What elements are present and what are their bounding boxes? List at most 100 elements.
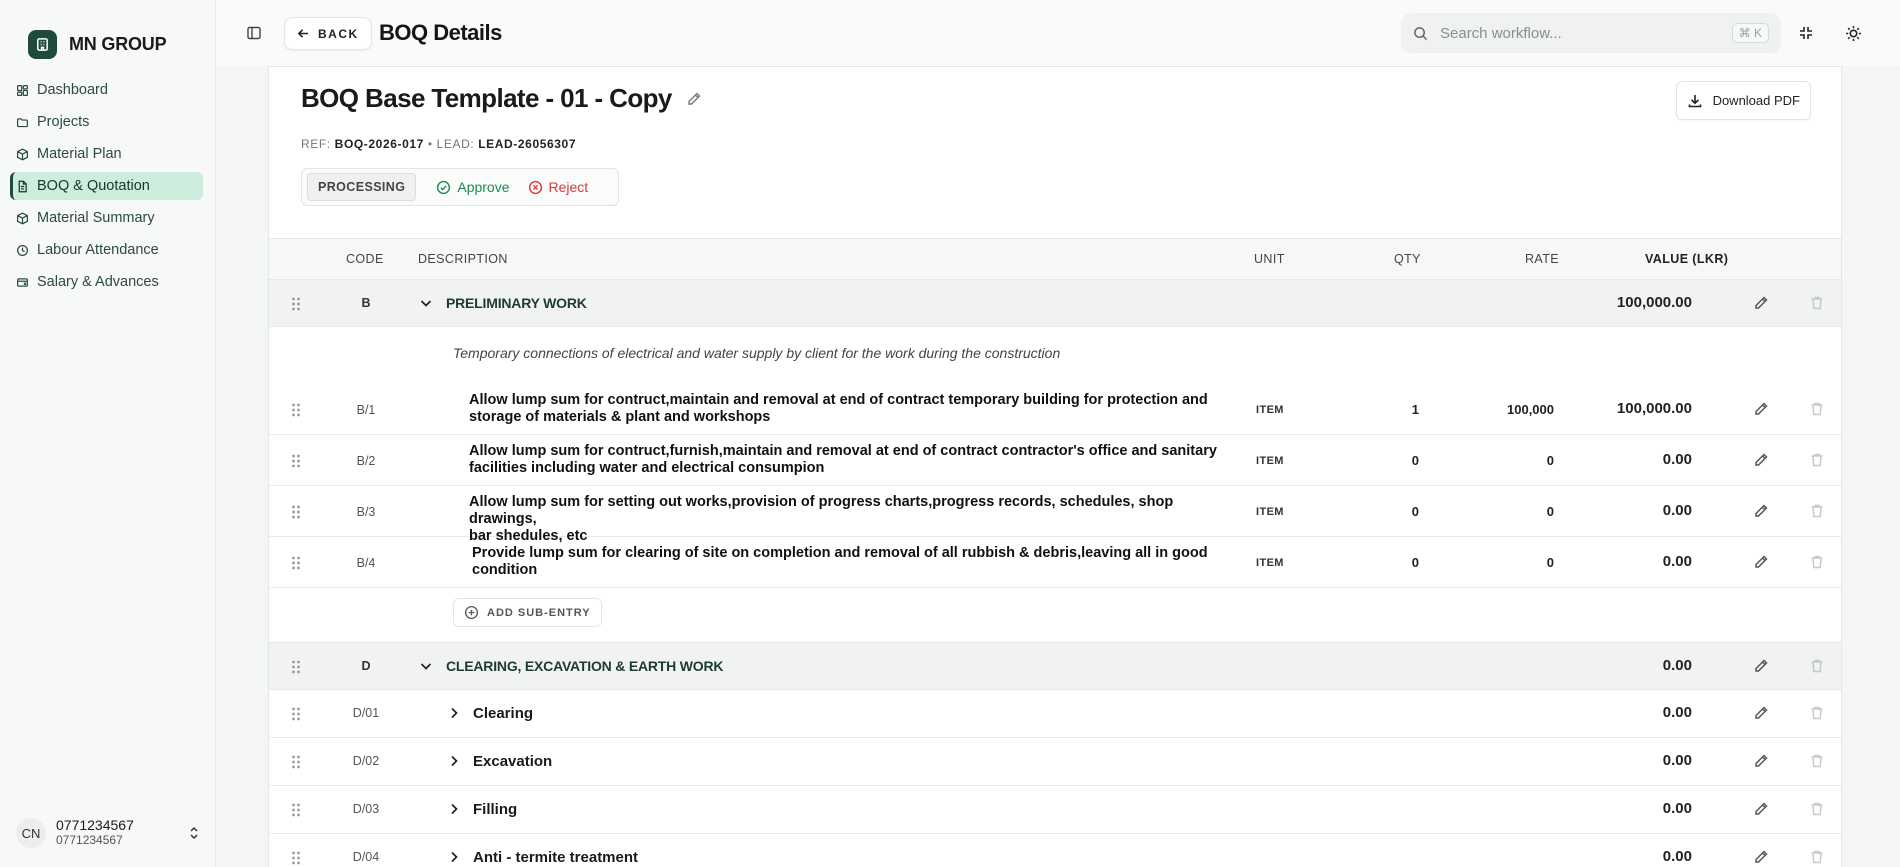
row-value: 0.00: [1662, 657, 1692, 674]
chevron-down-icon[interactable]: [420, 298, 432, 308]
download-pdf-button[interactable]: Download PDF: [1675, 81, 1811, 120]
trash-icon[interactable]: [1809, 554, 1825, 570]
chevron-right-icon[interactable]: [449, 707, 459, 719]
edit-icon[interactable]: [1753, 849, 1769, 865]
table-row[interactable]: B/4 Provide lump sum for clearing of sit…: [269, 537, 1841, 588]
row-unit: ITEM: [1256, 455, 1284, 467]
sidebar-item-material-plan[interactable]: Material Plan: [10, 140, 203, 168]
row-qty[interactable]: 1: [1369, 402, 1419, 417]
row-code: B/4: [356, 556, 376, 570]
sidebar-toggle-icon[interactable]: [243, 22, 265, 44]
chevron-down-icon[interactable]: [420, 661, 432, 671]
wallet-icon: [17, 277, 28, 287]
document-icon: [18, 180, 27, 192]
table-row[interactable]: B/2 Allow lump sum for contruct,furnish,…: [269, 435, 1841, 486]
drag-handle-icon[interactable]: [291, 802, 301, 818]
sidebar-item-material-summary[interactable]: Material Summary: [10, 204, 203, 232]
section-row[interactable]: B PRELIMINARY WORK 100,000.00: [269, 280, 1841, 327]
search-input[interactable]: [1440, 24, 1720, 42]
sidebar-item-dashboard[interactable]: Dashboard: [10, 76, 203, 104]
approve-button[interactable]: Approve: [436, 179, 510, 195]
lead-label: LEAD:: [436, 137, 475, 151]
drag-handle-icon[interactable]: [291, 453, 301, 469]
section-row[interactable]: D CLEARING, EXCAVATION & EARTH WORK 0.00: [269, 643, 1841, 690]
edit-icon[interactable]: [1753, 503, 1769, 519]
dashboard-icon: [17, 84, 28, 96]
add-sub-entry-button[interactable]: ADD SUB-ENTRY: [453, 598, 602, 627]
download-icon: [1688, 94, 1701, 107]
drag-handle-icon[interactable]: [291, 659, 301, 675]
edit-icon[interactable]: [1753, 658, 1769, 674]
row-code: D/01: [352, 706, 380, 720]
edit-icon[interactable]: [1753, 401, 1769, 417]
doc-title: BOQ Base Template - 01 - Copy: [301, 83, 672, 113]
drag-handle-icon[interactable]: [291, 504, 301, 520]
box-icon: [17, 148, 28, 160]
sidebar-item-projects[interactable]: Projects: [10, 108, 203, 136]
add-sub-entry-label: ADD SUB-ENTRY: [487, 606, 591, 619]
brand[interactable]: MN GROUP: [28, 30, 167, 59]
row-code: B/1: [356, 403, 376, 417]
chevron-right-icon[interactable]: [449, 851, 459, 863]
trash-icon[interactable]: [1809, 452, 1825, 468]
sidebar-item-labour-attendance[interactable]: Labour Attendance: [10, 236, 203, 264]
trash-icon[interactable]: [1809, 295, 1825, 311]
drag-handle-icon[interactable]: [291, 555, 301, 571]
brand-name: MN GROUP: [69, 34, 167, 54]
trash-icon[interactable]: [1809, 753, 1825, 769]
chevron-right-icon[interactable]: [449, 803, 459, 815]
reject-button[interactable]: Reject: [528, 179, 588, 195]
building-icon: [28, 30, 57, 59]
table-row[interactable]: B/3 Allow lump sum for setting out works…: [269, 486, 1841, 544]
table-row[interactable]: D/02 Excavation 0.00: [269, 738, 1841, 786]
drag-handle-icon[interactable]: [291, 402, 301, 418]
section-note-row: Temporary connections of electrical and …: [269, 327, 1841, 384]
arrow-left-icon: [297, 29, 309, 38]
chevrons-up-down-icon[interactable]: [188, 826, 200, 840]
ref-label: REF:: [301, 137, 331, 151]
sidebar: MN GROUP Dashboard Projects Material Pla…: [0, 0, 216, 867]
table-row[interactable]: D/03 Filling 0.00: [269, 786, 1841, 834]
edit-title-icon[interactable]: [686, 91, 702, 107]
trash-icon[interactable]: [1809, 801, 1825, 817]
table-row[interactable]: D/04 Anti - termite treatment 0.00: [269, 834, 1841, 867]
edit-icon[interactable]: [1753, 801, 1769, 817]
sidebar-nav: Dashboard Projects Material Plan BOQ & Q…: [10, 76, 203, 300]
row-value: 100,000.00: [1616, 294, 1692, 311]
table-row[interactable]: D/01 Clearing 0.00: [269, 690, 1841, 738]
drag-handle-icon[interactable]: [291, 754, 301, 770]
edit-icon[interactable]: [1753, 554, 1769, 570]
folder-icon: [17, 117, 28, 127]
collapse-icon[interactable]: [1795, 22, 1817, 44]
row-qty[interactable]: 0: [1369, 453, 1419, 468]
trash-icon[interactable]: [1809, 658, 1825, 674]
row-value: 0.00: [1662, 800, 1692, 817]
row-value: 0.00: [1662, 848, 1692, 865]
sidebar-item-boq-quotation[interactable]: BOQ & Quotation: [10, 172, 203, 200]
edit-icon[interactable]: [1753, 295, 1769, 311]
back-button[interactable]: BACK: [284, 17, 372, 50]
row-qty[interactable]: 0: [1369, 504, 1419, 519]
trash-icon[interactable]: [1809, 849, 1825, 865]
header-rate: RATE: [1525, 252, 1560, 266]
sidebar-item-salary-advances[interactable]: Salary & Advances: [10, 268, 203, 296]
row-code: D/02: [352, 754, 380, 768]
sidebar-item-label: Salary & Advances: [37, 274, 159, 290]
trash-icon[interactable]: [1809, 503, 1825, 519]
chevron-right-icon[interactable]: [449, 755, 459, 767]
search-bar[interactable]: ⌘ K: [1401, 13, 1781, 53]
table-row[interactable]: B/1 Allow lump sum for contruct,maintain…: [269, 384, 1841, 435]
drag-handle-icon[interactable]: [291, 706, 301, 722]
row-qty[interactable]: 0: [1369, 555, 1419, 570]
edit-icon[interactable]: [1753, 753, 1769, 769]
theme-toggle-icon[interactable]: [1842, 22, 1864, 44]
edit-icon[interactable]: [1753, 705, 1769, 721]
drag-handle-icon[interactable]: [291, 850, 301, 866]
user-menu[interactable]: CN 0771234567 0771234567: [16, 813, 200, 853]
status-actions: PROCESSING Approve Reject: [301, 168, 619, 206]
trash-icon[interactable]: [1809, 705, 1825, 721]
edit-icon[interactable]: [1753, 452, 1769, 468]
drag-handle-icon[interactable]: [291, 296, 301, 312]
trash-icon[interactable]: [1809, 401, 1825, 417]
row-code: D: [361, 659, 371, 673]
